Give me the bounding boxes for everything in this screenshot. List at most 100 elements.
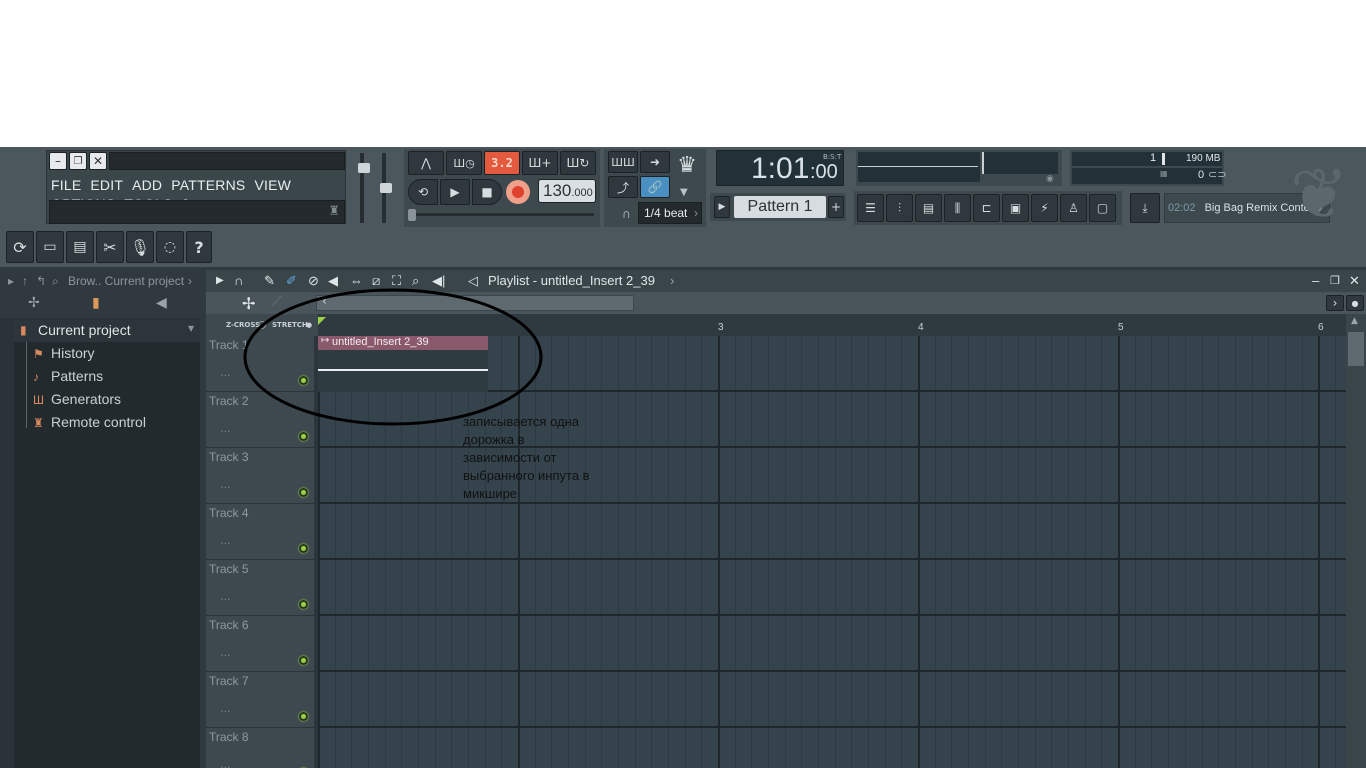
track-mute-led[interactable] bbox=[299, 488, 308, 497]
snap-selector[interactable]: 1/4 beat › bbox=[638, 202, 702, 224]
loop-record-button[interactable]: Ш↻ bbox=[560, 151, 596, 175]
view-icon[interactable]: ◉ bbox=[1046, 174, 1054, 184]
browser-tabs: ✢ ▮ ◀ bbox=[0, 292, 200, 318]
comment-icon[interactable]: ◌ bbox=[156, 231, 184, 263]
track-mute-led[interactable] bbox=[299, 656, 308, 665]
time-unit: B:S:T bbox=[823, 153, 842, 161]
master-volume-knob[interactable] bbox=[358, 163, 370, 173]
browser-back-icon[interactable]: ↰ bbox=[36, 270, 46, 292]
beat-line bbox=[1018, 336, 1019, 768]
master-pitch-knob[interactable] bbox=[380, 183, 392, 193]
browser-up-icon[interactable]: ↑ bbox=[22, 270, 28, 292]
scroll-up-icon[interactable]: ▲ bbox=[1351, 316, 1358, 326]
pattern-song-toggle[interactable]: 3.2 bbox=[484, 151, 520, 175]
menu-patterns[interactable]: PATTERNS bbox=[171, 177, 245, 193]
track-name: Track 8 bbox=[209, 730, 249, 744]
play-button[interactable]: ▶ bbox=[440, 179, 470, 205]
audio-filter-icon[interactable]: ✢ bbox=[28, 295, 40, 311]
arrow-right-icon[interactable]: ➜ bbox=[640, 151, 670, 173]
beat-line bbox=[1051, 336, 1052, 768]
piano-icon[interactable]: ШШ bbox=[608, 151, 638, 173]
step-edit-button[interactable]: Ш+ bbox=[522, 151, 558, 175]
hint-window-icon[interactable]: ▢ bbox=[1089, 194, 1116, 222]
playlist-minimize-button[interactable]: – bbox=[1312, 270, 1319, 292]
restore-app-button[interactable]: ❐ bbox=[69, 152, 87, 170]
touch-controller-icon[interactable]: ♙ bbox=[1060, 194, 1087, 222]
tree-item-generators[interactable]: Ш Generators bbox=[33, 391, 121, 407]
vertical-scrollbar-thumb[interactable] bbox=[1348, 332, 1364, 366]
typing-keyboard-button[interactable]: Ш◷ bbox=[446, 151, 482, 175]
piano-roll-icon[interactable]: ⫶ bbox=[886, 194, 913, 222]
playlist-icon[interactable]: ☰ bbox=[857, 194, 884, 222]
mixer-icon[interactable]: ⫼ bbox=[944, 194, 971, 222]
browser-search-icon[interactable]: ⌕ bbox=[52, 270, 59, 292]
song-time-display[interactable]: 1:01 :00 B:S:T bbox=[716, 150, 844, 186]
link-icon[interactable]: 🔗 bbox=[640, 176, 670, 198]
peak-meter bbox=[982, 152, 1058, 174]
track-mute-led[interactable] bbox=[299, 600, 308, 609]
playlist-restore-button[interactable]: ❐ bbox=[1330, 270, 1340, 292]
recording-filter-icon[interactable]: ♛ bbox=[674, 153, 700, 181]
chevron-down-icon[interactable]: ▼ bbox=[680, 187, 688, 198]
tree-item-remote-control[interactable]: ♜ Remote control bbox=[33, 414, 146, 430]
project-picker-icon[interactable]: ⊏ bbox=[973, 194, 1000, 222]
track-mute-led[interactable] bbox=[299, 544, 308, 553]
track-separator bbox=[318, 726, 1346, 728]
minimize-app-button[interactable]: – bbox=[49, 152, 67, 170]
track-header[interactable]: Track 7... bbox=[206, 672, 314, 728]
chevron-right-icon[interactable]: › bbox=[670, 270, 674, 292]
help-icon[interactable]: ? bbox=[186, 231, 212, 263]
loop-icon[interactable]: ⟲ bbox=[408, 179, 438, 205]
tempo-display[interactable]: 130.000 bbox=[538, 179, 596, 203]
menu-add[interactable]: ADD bbox=[132, 177, 162, 193]
track-mute-led[interactable] bbox=[299, 432, 308, 441]
menu-view[interactable]: VIEW bbox=[254, 177, 291, 193]
cut-icon[interactable]: ✂ bbox=[96, 231, 124, 263]
browser-icon[interactable]: ▣ bbox=[1002, 194, 1029, 222]
time-sub: :00 bbox=[810, 161, 838, 183]
track-header[interactable]: Track 6... bbox=[206, 616, 314, 672]
browser-menu-icon[interactable]: ▸ bbox=[8, 270, 14, 292]
pattern-selector[interactable]: Pattern 1 bbox=[734, 196, 826, 218]
tree-root-label: Current project bbox=[38, 322, 131, 338]
playlist-close-button[interactable]: ✕ bbox=[1349, 270, 1360, 292]
track-header[interactable]: Track 5... bbox=[206, 560, 314, 616]
playlist-menu-icon[interactable]: ▶ bbox=[216, 270, 224, 292]
project-filter-icon[interactable]: ▮ bbox=[92, 295, 100, 311]
track-header[interactable]: Track 8... bbox=[206, 728, 314, 768]
history-icon: ⚑ bbox=[33, 347, 44, 361]
song-position-slider[interactable] bbox=[408, 209, 416, 221]
metronome-icon[interactable]: ⋀ bbox=[408, 151, 444, 175]
channel-rack-icon[interactable]: ▤ bbox=[915, 194, 942, 222]
track-header[interactable]: Track 4... bbox=[206, 504, 314, 560]
menu-edit[interactable]: EDIT bbox=[90, 177, 123, 193]
browser-next-icon[interactable]: › bbox=[188, 270, 192, 292]
plugin-database-icon[interactable]: ⚡ bbox=[1031, 194, 1058, 222]
download-icon[interactable]: ⤓ bbox=[1130, 193, 1160, 223]
ruler-number: 3 bbox=[718, 322, 724, 333]
save-as-icon[interactable]: ▤ bbox=[66, 231, 94, 263]
track-header[interactable]: Track 3... bbox=[206, 448, 314, 504]
tree-item-history[interactable]: ⚑ History bbox=[33, 345, 95, 361]
add-pattern-button[interactable]: + bbox=[828, 196, 844, 218]
scroll-menu-icon[interactable]: ● bbox=[1346, 295, 1364, 311]
track-mute-led[interactable] bbox=[299, 712, 308, 721]
microphone-icon[interactable]: 🎙 bbox=[126, 231, 154, 263]
blend-notes-button[interactable]: ⤴ bbox=[608, 176, 638, 198]
beat-line bbox=[901, 336, 902, 768]
new-project-icon[interactable]: ⟳ bbox=[6, 231, 34, 263]
bar-line bbox=[718, 336, 720, 768]
menu-file[interactable]: FILE bbox=[51, 177, 81, 193]
track-name: Track 3 bbox=[209, 450, 249, 464]
pattern-menu-button[interactable]: ▶ bbox=[714, 196, 730, 218]
close-app-button[interactable]: ✕ bbox=[89, 152, 107, 170]
tree-root[interactable]: ▮ Current project ▼ bbox=[14, 320, 200, 342]
scroll-right-icon[interactable]: › bbox=[1326, 295, 1344, 311]
waveform-line bbox=[858, 166, 978, 167]
vertical-scrollbar[interactable]: ▲ bbox=[1346, 314, 1366, 768]
stop-button[interactable]: ■ bbox=[472, 179, 502, 205]
tree-item-patterns[interactable]: ♪ Patterns bbox=[33, 368, 103, 384]
speaker-icon[interactable]: ◀ bbox=[156, 295, 167, 311]
save-icon[interactable]: ▭ bbox=[36, 231, 64, 263]
record-button[interactable] bbox=[506, 180, 530, 204]
